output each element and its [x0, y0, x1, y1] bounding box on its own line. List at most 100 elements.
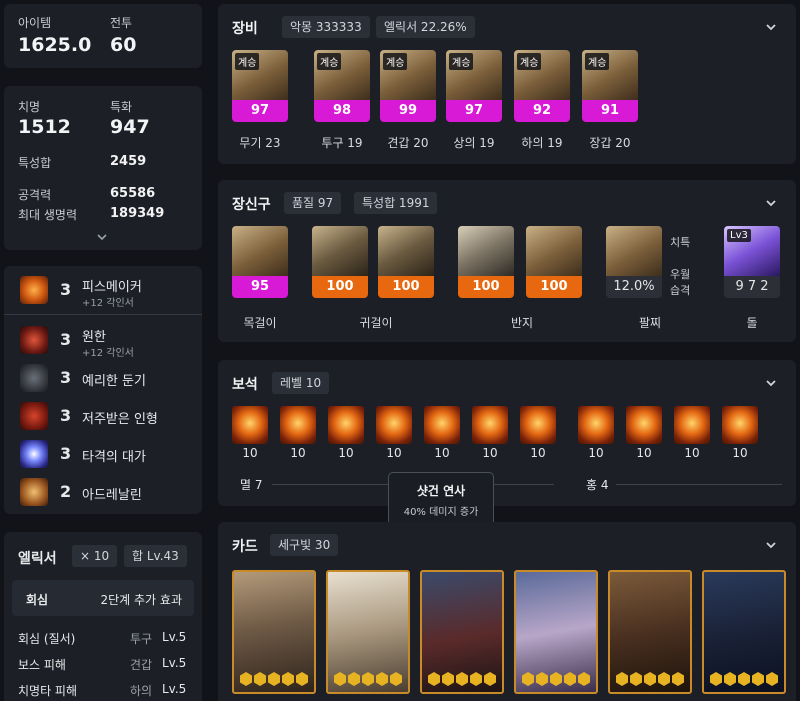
- max-hp-value: 189349: [110, 206, 165, 221]
- equipment-slot-chest[interactable]: 계승 97: [446, 50, 502, 122]
- equipment-panel: 장비 악몽 333333 엘릭서 22.26% 계승 97 계승 98 계승 99 계…: [218, 4, 796, 164]
- engraving-row[interactable]: 3 원한 +12 각인서: [4, 318, 202, 362]
- engraving-row[interactable]: 2 아드레날린: [4, 478, 202, 508]
- card[interactable]: [232, 570, 316, 694]
- accessory-ring-2[interactable]: 100: [526, 226, 582, 298]
- crit-value: 1512: [18, 116, 71, 138]
- ability-stone[interactable]: Lv3 9 7 2: [724, 226, 780, 298]
- card[interactable]: [420, 570, 504, 694]
- card-awakening-icons: [710, 672, 778, 686]
- equipment-slot-weapon[interactable]: 계승 97: [232, 50, 288, 122]
- accessory-earring-2[interactable]: 100: [378, 226, 434, 298]
- accessories-panel: 장신구 품질 97 특성합 1991 95 100 100 100 100 12…: [218, 180, 796, 342]
- quality-value: 100: [378, 276, 434, 298]
- quality-value: 97: [232, 100, 288, 122]
- stats-panel-main: 치명 1512 특화 947 특성합 2459 공격력 65586 최대 생명력…: [4, 86, 202, 250]
- bracelet-value: 12.0%: [606, 276, 662, 298]
- combat-level-label: 전투: [110, 16, 133, 30]
- elixir-row-slot: 투구: [130, 632, 153, 646]
- accessories-quality-chip: 품질 97: [284, 192, 342, 214]
- card-awakening-icons: [522, 672, 590, 686]
- elixir-row-name: 보스 피해: [18, 658, 66, 672]
- bracelet-stat: 습격: [670, 284, 691, 297]
- quality-value: 98: [314, 100, 370, 122]
- chevron-down-icon[interactable]: [764, 196, 778, 210]
- card[interactable]: [326, 570, 410, 694]
- equipment-slot-shoulder[interactable]: 계승 99: [380, 50, 436, 122]
- chevron-down-icon[interactable]: [764, 20, 778, 34]
- crit-label: 치명: [18, 100, 41, 114]
- gem-level: 10: [530, 446, 546, 460]
- stats-panel-top: 아이템 1625.0 전투 60: [4, 4, 202, 68]
- accessory-necklace[interactable]: 95: [232, 226, 288, 298]
- accessories-title: 장신구: [232, 197, 271, 213]
- bracelet-stat: 치특: [670, 236, 691, 249]
- equipment-elixir-chip: 엘릭서 22.26%: [376, 16, 475, 38]
- accessory-label: 돌: [746, 316, 758, 330]
- quality-value: 91: [582, 100, 638, 122]
- gem-annihilation[interactable]: [232, 406, 268, 444]
- gem-annihilation[interactable]: [520, 406, 556, 444]
- special-label: 특화: [110, 100, 133, 114]
- card[interactable]: [514, 570, 598, 694]
- equipment-title: 장비: [232, 21, 258, 37]
- max-hp-label: 최대 생명력: [18, 208, 78, 222]
- elixir-panel: 엘릭서 × 10 합 Lv.43 회심 2단계 추가 효과 회심 (질서) 투구…: [4, 532, 202, 701]
- bracelet-stat: 우월: [670, 268, 691, 281]
- gem-annihilation[interactable]: [328, 406, 364, 444]
- engraving-icon: [20, 276, 48, 304]
- succession-badge: 계승: [317, 53, 342, 70]
- chevron-down-icon[interactable]: [764, 538, 778, 552]
- stat-sum-value: 2459: [110, 154, 147, 169]
- gem-annihilation[interactable]: [376, 406, 412, 444]
- gem-annihilation[interactable]: [472, 406, 508, 444]
- quality-value: 97: [446, 100, 502, 122]
- elixir-row-slot: 하의: [130, 684, 153, 698]
- chevron-down-icon[interactable]: [764, 376, 778, 390]
- equipment-label: 투구 19: [321, 136, 363, 150]
- engraving-level: 3: [60, 444, 72, 463]
- card-awakening-icons: [428, 672, 496, 686]
- accessory-label: 목걸이: [243, 316, 277, 330]
- gem-level: 10: [732, 446, 748, 460]
- gem-crimson[interactable]: [674, 406, 710, 444]
- accessory-bracelet[interactable]: 12.0%: [606, 226, 662, 298]
- gem-crimson[interactable]: [626, 406, 662, 444]
- accessory-earring-1[interactable]: 100: [312, 226, 368, 298]
- accessories-stat-chip: 특성합 1991: [354, 192, 438, 214]
- attack-value: 65586: [110, 186, 156, 201]
- gem-annihilation[interactable]: [424, 406, 460, 444]
- equipment-slot-pants[interactable]: 계승 92: [514, 50, 570, 122]
- accessory-label: 귀걸이: [359, 316, 393, 330]
- gems-level-chip: 레벨 10: [272, 372, 330, 394]
- chevron-down-icon[interactable]: [96, 232, 108, 242]
- gem-annihilation[interactable]: [280, 406, 316, 444]
- gem-crimson[interactable]: [722, 406, 758, 444]
- succession-badge: 계승: [517, 53, 542, 70]
- equipment-slot-helmet[interactable]: 계승 98: [314, 50, 370, 122]
- engraving-name: 예리한 둔기: [82, 374, 146, 389]
- engraving-icon: [20, 326, 48, 354]
- engraving-row[interactable]: 3 예리한 둔기: [4, 364, 202, 394]
- engraving-row[interactable]: 3 타격의 대가: [4, 440, 202, 470]
- card[interactable]: [702, 570, 786, 694]
- quality-value: 95: [232, 276, 288, 298]
- equipment-slot-gloves[interactable]: 계승 91: [582, 50, 638, 122]
- engraving-row[interactable]: 3 피스메이커 +12 각인서: [4, 266, 202, 310]
- quality-value: 100: [458, 276, 514, 298]
- card[interactable]: [608, 570, 692, 694]
- gem-level: 10: [684, 446, 700, 460]
- gem-level: 10: [482, 446, 498, 460]
- gem-tooltip: 샷건 연사 40% 데미지 증가: [388, 472, 494, 526]
- accessory-ring-1[interactable]: 100: [458, 226, 514, 298]
- card-awakening-icons: [616, 672, 684, 686]
- gem-level: 10: [588, 446, 604, 460]
- gem-crimson[interactable]: [578, 406, 614, 444]
- succession-badge: 계승: [585, 53, 610, 70]
- combat-level-value: 60: [110, 34, 137, 56]
- special-value: 947: [110, 116, 150, 138]
- gem-right-line: [616, 484, 782, 485]
- engravings-panel: 3 피스메이커 +12 각인서 3 원한 +12 각인서 3 예리한 둔기 3 …: [4, 266, 202, 514]
- stone-level-badge: Lv3: [727, 229, 751, 242]
- engraving-row[interactable]: 3 저주받은 인형: [4, 402, 202, 432]
